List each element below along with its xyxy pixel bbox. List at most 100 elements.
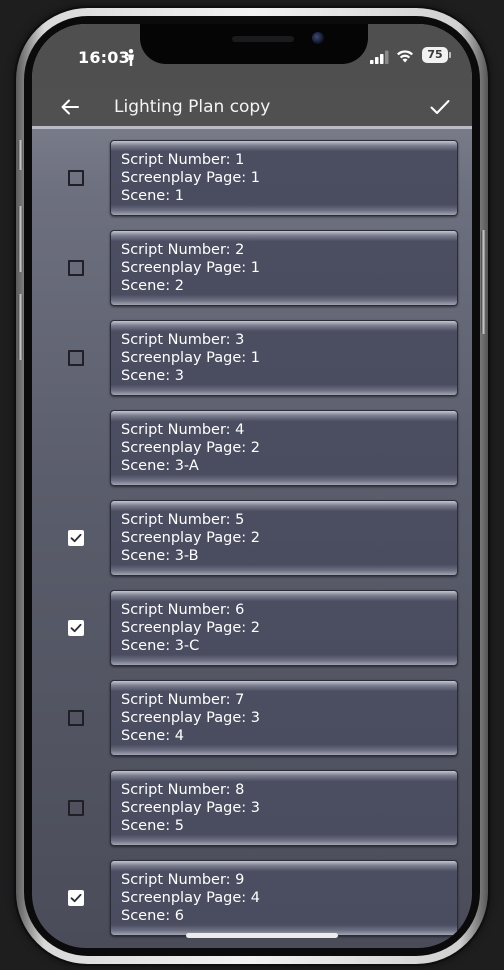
scene-card[interactable]: Script Number: 8 Screenplay Page: 3 Scene:… — [110, 770, 458, 846]
checkbox-unchecked[interactable] — [68, 710, 84, 726]
scene-text-label: Scene: — [121, 908, 175, 924]
script-number-text-value: 6 — [235, 602, 245, 618]
scene-text-value: 3 — [174, 368, 184, 384]
scene-row: Script Number: 9 Screenplay Page: 4 Scene:… — [32, 860, 472, 938]
scene-text-value: 5 — [174, 818, 184, 834]
front-camera — [312, 32, 324, 44]
script-number-text: Script Number: 7 — [121, 691, 457, 709]
script-number-text-label: Script Number: — [121, 512, 236, 528]
volume-down-button — [18, 294, 23, 360]
screenplay-page-text-value: 3 — [250, 800, 260, 816]
scene-text-value: 3-B — [174, 548, 199, 564]
script-number-text: Script Number: 8 — [121, 781, 457, 799]
power-button — [481, 230, 486, 334]
script-number-text-value: 9 — [235, 872, 245, 888]
script-number-text-value: 3 — [235, 332, 245, 348]
script-number-text-label: Script Number: — [121, 422, 236, 438]
scene-text-label: Scene: — [121, 188, 175, 204]
script-number-text: Script Number: 6 — [121, 601, 457, 619]
screenplay-page-text-value: 4 — [250, 890, 260, 906]
scene-card[interactable]: Script Number: 3 Screenplay Page: 1 Scene:… — [110, 320, 458, 396]
script-number-text-label: Script Number: — [121, 782, 236, 798]
screenplay-page-text: Screenplay Page: 1 — [121, 349, 457, 367]
script-number-text: Script Number: 4 — [121, 421, 457, 439]
screenplay-page-text: Screenplay Page: 2 — [121, 619, 457, 637]
checkmark-icon[interactable] — [428, 95, 452, 119]
scene-text-label: Scene: — [121, 458, 175, 474]
screenplay-page-text-label: Screenplay Page: — [121, 800, 251, 816]
script-number-text: Script Number: 2 — [121, 241, 457, 259]
checkmark-icon — [70, 533, 82, 543]
scene-text-value: 4 — [174, 728, 184, 744]
scene-row: Script Number: 7 Screenplay Page: 3 Scene:… — [32, 680, 472, 758]
action-button — [18, 140, 23, 170]
scene-text: Scene: 5 — [121, 817, 457, 835]
script-number-text: Script Number: 5 — [121, 511, 457, 529]
checkbox-unchecked[interactable] — [68, 350, 84, 366]
scene-text: Scene: 3-C — [121, 637, 457, 655]
scene-text-value: 1 — [174, 188, 184, 204]
screenplay-page-text: Screenplay Page: 3 — [121, 799, 457, 817]
screenplay-page-text: Screenplay Page: 3 — [121, 709, 457, 727]
checkmark-icon — [70, 893, 82, 903]
script-number-text-value: 2 — [235, 242, 245, 258]
scene-text-label: Scene: — [121, 818, 175, 834]
script-number-text-label: Script Number: — [121, 872, 236, 888]
volume-up-button — [18, 206, 23, 272]
scene-row: Script Number: 1 Screenplay Page: 1 Scene:… — [32, 140, 472, 218]
scene-card[interactable]: Script Number: 4 Screenplay Page: 2 Scene:… — [110, 410, 458, 486]
app-bar: Lighting Plan copy — [32, 88, 472, 129]
scene-card[interactable]: Script Number: 9 Screenplay Page: 4 Scene:… — [110, 860, 458, 936]
checkbox-checked[interactable] — [68, 530, 84, 546]
screenplay-page-text-value: 1 — [250, 260, 260, 276]
script-number-text: Script Number: 9 — [121, 871, 457, 889]
checkbox-unchecked[interactable] — [68, 170, 84, 186]
checkbox-unchecked[interactable] — [68, 260, 84, 276]
screenplay-page-text-value: 2 — [250, 620, 260, 636]
script-number-text-label: Script Number: — [121, 692, 236, 708]
screenplay-page-text-value: 2 — [250, 440, 260, 456]
screenplay-page-text-label: Screenplay Page: — [121, 260, 251, 276]
notch — [140, 24, 368, 64]
screenplay-page-text: Screenplay Page: 2 — [121, 439, 457, 457]
script-number-text: Script Number: 3 — [121, 331, 457, 349]
checkbox-checked[interactable] — [68, 890, 84, 906]
scene-card[interactable]: Script Number: 1 Screenplay Page: 1 Scene:… — [110, 140, 458, 216]
battery-icon: 75 — [422, 47, 451, 63]
scene-row: Script Number: 8 Screenplay Page: 3 Scene:… — [32, 770, 472, 848]
arrow-left-icon[interactable] — [58, 95, 82, 119]
scene-row: Script Number: 5 Screenplay Page: 2 Scene:… — [32, 500, 472, 578]
checkmark-icon — [70, 623, 82, 633]
scene-text: Scene: 4 — [121, 727, 457, 745]
screenplay-page-text-label: Screenplay Page: — [121, 440, 251, 456]
screenplay-page-text-label: Screenplay Page: — [121, 710, 251, 726]
scene-card[interactable]: Script Number: 5 Screenplay Page: 2 Scene:… — [110, 500, 458, 576]
script-number-text-label: Script Number: — [121, 332, 236, 348]
screenplay-page-text-value: 3 — [250, 710, 260, 726]
script-number-text-value: 7 — [235, 692, 245, 708]
home-indicator[interactable] — [186, 933, 338, 938]
scene-text-value: 3-A — [174, 458, 199, 474]
scene-card[interactable]: Script Number: 6 Screenplay Page: 2 Scene:… — [110, 590, 458, 666]
scene-text-value: 6 — [174, 908, 184, 924]
script-number-text-label: Script Number: — [121, 602, 236, 618]
scene-card[interactable]: Script Number: 7 Screenplay Page: 3 Scene:… — [110, 680, 458, 756]
script-number-text-value: 5 — [235, 512, 245, 528]
screenplay-page-text-label: Screenplay Page: — [121, 170, 251, 186]
checkbox-checked[interactable] — [68, 620, 84, 636]
scene-text-value: 2 — [174, 278, 184, 294]
screenplay-page-text-label: Screenplay Page: — [121, 620, 251, 636]
checkbox-unchecked[interactable] — [68, 800, 84, 816]
screenplay-page-text: Screenplay Page: 2 — [121, 529, 457, 547]
scene-row: Script Number: 6 Screenplay Page: 2 Scene:… — [32, 590, 472, 668]
scene-text-label: Scene: — [121, 278, 175, 294]
scene-text-label: Scene: — [121, 548, 175, 564]
speaker — [232, 36, 294, 42]
screenplay-page-text-label: Screenplay Page: — [121, 890, 251, 906]
scene-card[interactable]: Script Number: 2 Screenplay Page: 1 Scene:… — [110, 230, 458, 306]
scene-text-value: 3-C — [174, 638, 200, 654]
script-number-text-label: Script Number: — [121, 152, 236, 168]
scene-text: Scene: 3-A — [121, 457, 457, 475]
screenplay-page-text: Screenplay Page: 1 — [121, 169, 457, 187]
scene-text: Scene: 6 — [121, 907, 457, 925]
